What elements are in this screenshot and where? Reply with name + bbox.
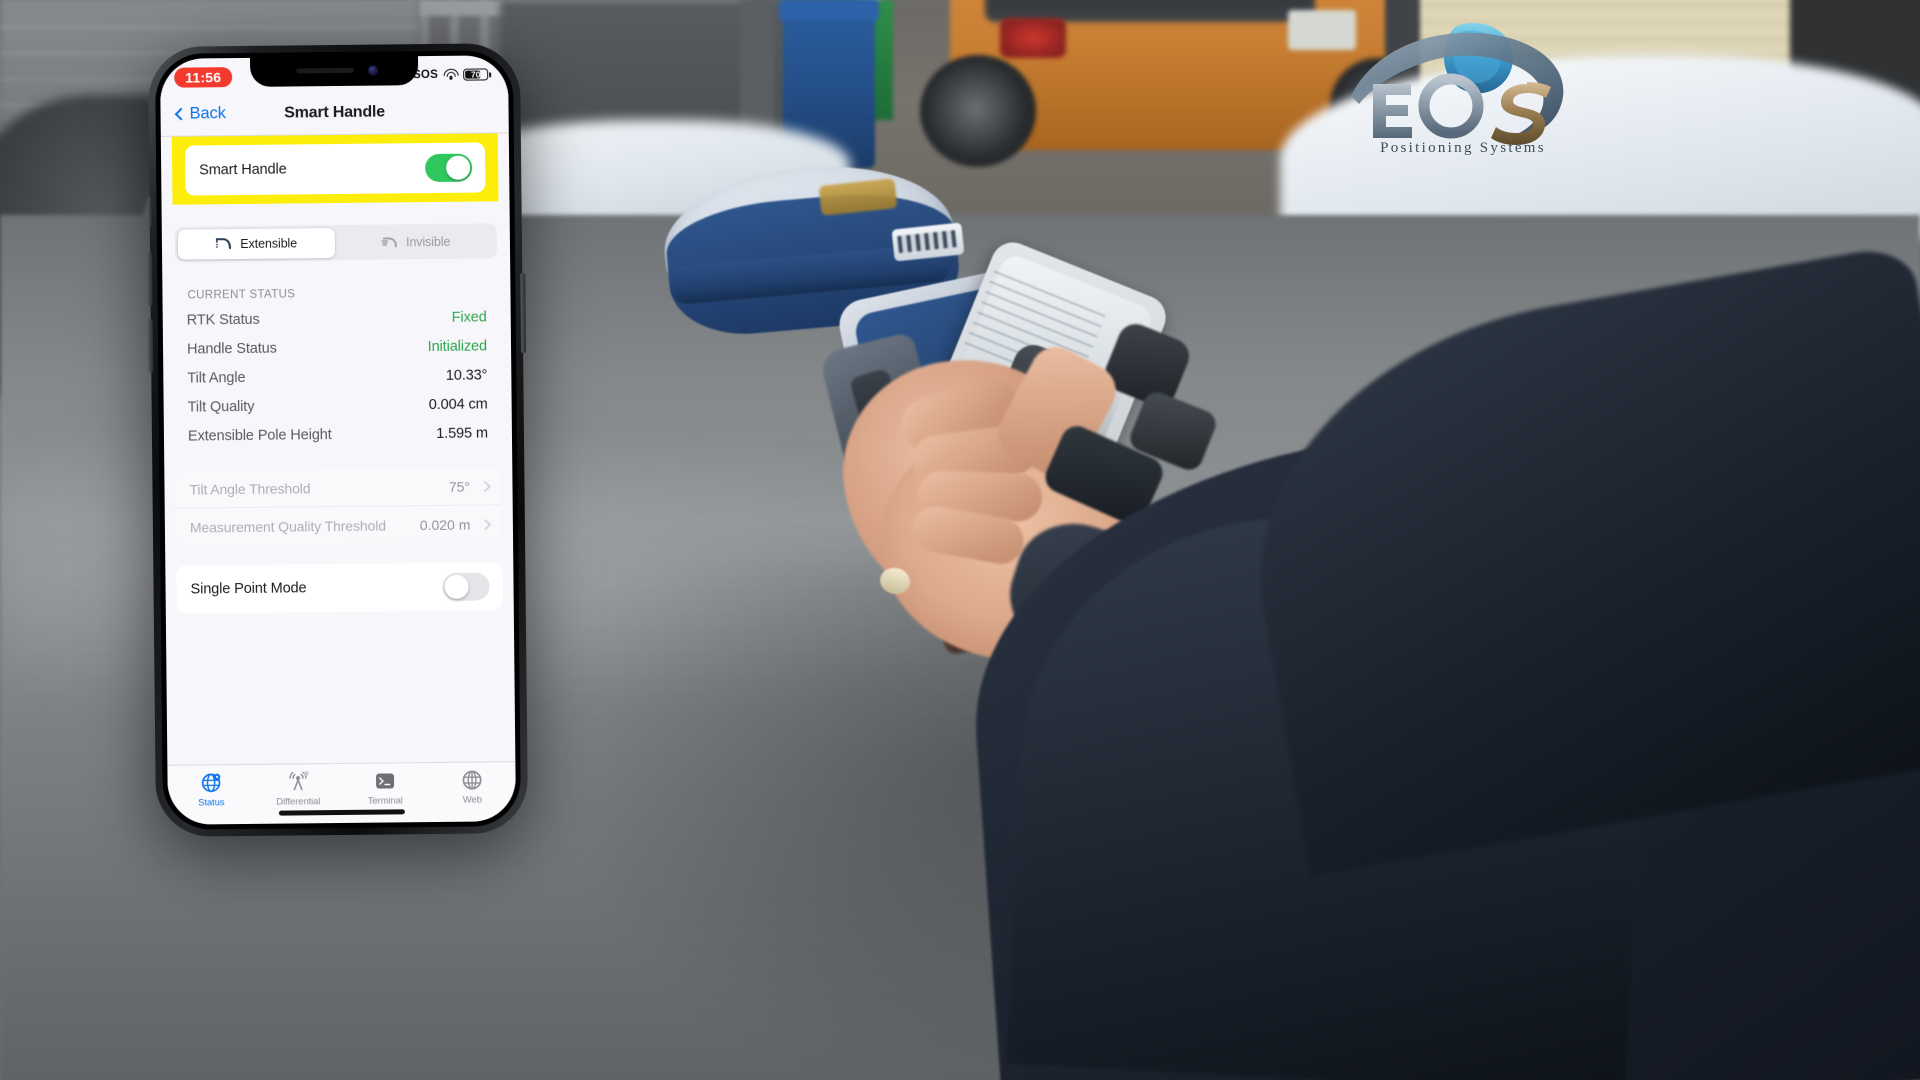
segment-invisible-label: Invisible <box>405 234 451 249</box>
earpiece-speaker-icon <box>296 67 355 74</box>
threshold-value: 0.020 m <box>419 516 471 533</box>
status-label: RTK Status <box>186 311 260 329</box>
navigation-bar: Back Smart Handle <box>160 89 509 137</box>
antenna-signal-icon <box>286 770 309 793</box>
eos-positioning-systems-logo: Positioning Systems <box>1345 18 1575 188</box>
eos-logo-tagline: Positioning Systems <box>1380 140 1546 156</box>
current-status-list: RTK Status Fixed Handle Status Initializ… <box>187 302 489 450</box>
threshold-label: Tilt Angle Threshold <box>189 479 311 498</box>
eos-logo-mark <box>1351 22 1564 145</box>
toggle-knob <box>444 574 469 599</box>
tab-differential[interactable]: Differential <box>254 770 341 808</box>
toggle-knob <box>446 155 471 180</box>
tab-terminal-label: Terminal <box>367 795 403 807</box>
smart-handle-toggle[interactable] <box>425 153 473 183</box>
status-value: 1.595 m <box>436 424 489 442</box>
yellow-highlight-box: Smart Handle <box>171 133 499 205</box>
iphone-screenshot-overlay: 11:56 SOS 70 Back Smart Handle Smart Han… <box>147 43 529 837</box>
status-bar-clock: 11:56 <box>174 67 233 88</box>
chevron-right-icon <box>479 518 491 530</box>
phone-silent-switch[interactable] <box>147 196 152 227</box>
bg-recycling-bin-lid <box>779 0 879 20</box>
terminal-console-icon <box>373 769 396 792</box>
tilt-angle-threshold-row[interactable]: Tilt Angle Threshold 75° <box>175 467 501 507</box>
status-label: Extensible Pole Height <box>187 426 332 445</box>
phone-volume-down-button[interactable] <box>147 318 154 373</box>
current-status-heading: CURRENT STATUS <box>187 288 296 302</box>
status-bar-indicators: SOS 70 <box>413 68 491 81</box>
globe-icon <box>460 768 483 791</box>
chevron-left-icon <box>174 107 188 121</box>
phone-screen: 11:56 SOS 70 Back Smart Handle Smart Han… <box>159 55 517 825</box>
single-point-mode-row[interactable]: Single Point Mode <box>176 562 503 614</box>
tab-status[interactable]: Status <box>167 771 254 809</box>
segment-extensible-label: Extensible <box>240 235 298 251</box>
tab-terminal[interactable]: Terminal <box>341 769 428 807</box>
status-label: Handle Status <box>186 340 277 358</box>
status-label: Tilt Angle <box>187 369 246 387</box>
segment-extensible[interactable]: Extensible <box>177 227 336 260</box>
bg-orange-car-rear-tire <box>920 55 1036 167</box>
threshold-value: 75° <box>448 478 471 495</box>
tab-differential-label: Differential <box>276 796 321 808</box>
chevron-right-icon <box>479 480 491 492</box>
back-button-label: Back <box>189 104 226 123</box>
status-value: Initialized <box>427 337 488 355</box>
single-point-mode-toggle[interactable] <box>442 572 490 601</box>
phone-power-button[interactable] <box>520 273 527 354</box>
satellite-status-icon <box>199 771 222 794</box>
settings-content: Smart Handle Extensible Invisible CURREN… <box>160 133 516 765</box>
phone-volume-up-button[interactable] <box>147 251 153 306</box>
extensible-pole-icon <box>215 237 232 250</box>
single-point-mode-label: Single Point Mode <box>190 580 307 598</box>
battery-icon: 70 <box>463 68 491 81</box>
tab-web-label: Web <box>462 794 482 806</box>
front-camera-icon <box>368 65 379 76</box>
status-label: Tilt Quality <box>187 398 255 416</box>
bg-orange-car-taillight <box>1000 18 1066 58</box>
wifi-icon <box>443 68 459 81</box>
threshold-settings-card: Tilt Angle Threshold 75° Measurement Qua… <box>175 467 503 546</box>
battery-percent-label: 70 <box>470 69 481 80</box>
status-row-pole-height: Extensible Pole Height 1.595 m <box>188 418 488 450</box>
tab-status-label: Status <box>198 797 225 809</box>
status-row-handle: Handle Status Initialized <box>187 331 487 363</box>
status-value: 10.33° <box>445 366 488 384</box>
smart-handle-row[interactable]: Smart Handle <box>184 142 486 196</box>
measurement-quality-threshold-row[interactable]: Measurement Quality Threshold 0.020 m <box>175 504 503 546</box>
status-row-tilt-quality: Tilt Quality 0.004 cm <box>187 389 488 421</box>
tab-bar: Status Differential Terminal Web <box>167 761 517 825</box>
pole-mode-segmented-control[interactable]: Extensible Invisible <box>174 223 498 262</box>
threshold-label: Measurement Quality Threshold <box>189 517 387 536</box>
phone-notch <box>249 56 419 87</box>
status-value: Fixed <box>451 308 487 326</box>
status-row-rtk: RTK Status Fixed <box>187 302 487 334</box>
invisible-pole-icon <box>381 235 398 248</box>
status-row-tilt-angle: Tilt Angle 10.33° <box>187 360 487 392</box>
back-button[interactable]: Back <box>160 104 226 124</box>
tab-web[interactable]: Web <box>428 768 515 806</box>
segment-invisible[interactable]: Invisible <box>337 226 495 258</box>
smart-handle-label: Smart Handle <box>199 161 287 179</box>
status-value: 0.004 cm <box>428 395 488 413</box>
